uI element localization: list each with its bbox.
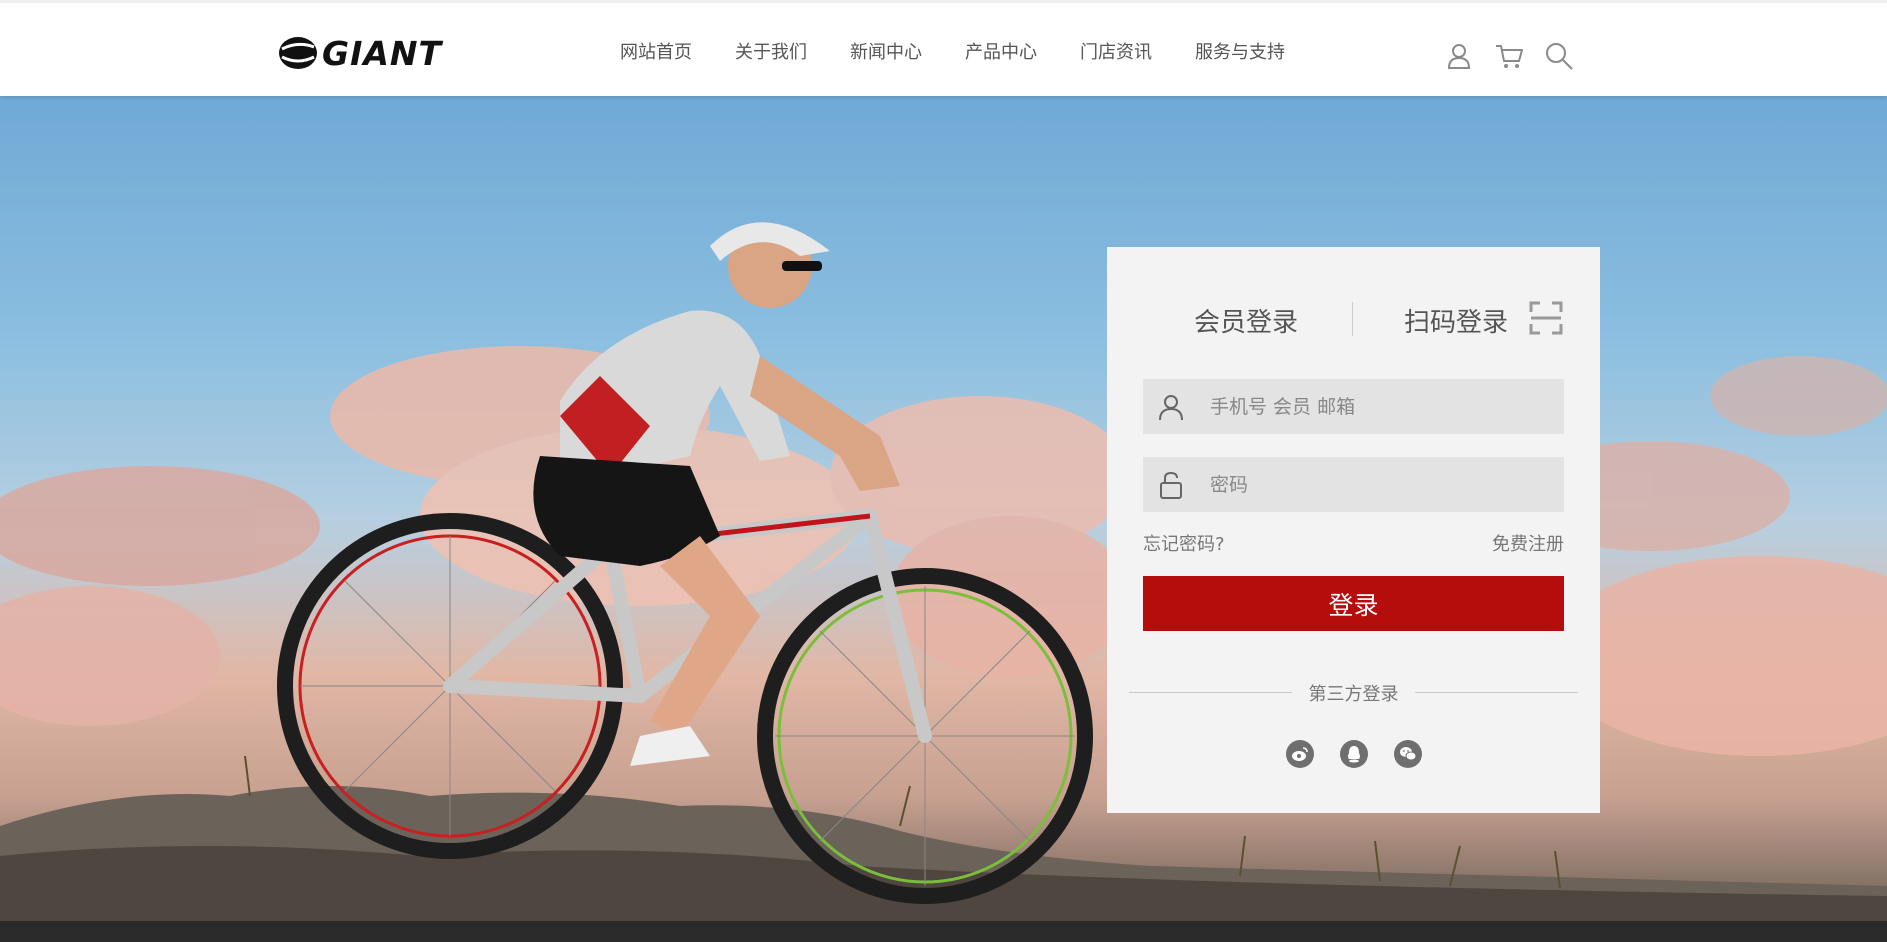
- weibo-login-button[interactable]: [1286, 740, 1314, 768]
- password-field: [1143, 457, 1564, 512]
- login-button[interactable]: 登录: [1143, 576, 1564, 631]
- qq-icon: [1348, 746, 1360, 763]
- qq-login-button[interactable]: [1340, 740, 1368, 768]
- nav-item-service[interactable]: 服务与支持: [1195, 38, 1285, 64]
- logo-text: GIANT: [322, 33, 443, 73]
- third-party-divider: 第三方登录: [1129, 680, 1578, 705]
- wechat-icon: [1400, 747, 1417, 761]
- login-tabs: 会员登录 扫码登录: [1107, 301, 1600, 339]
- qr-scan-icon[interactable]: [1529, 301, 1563, 335]
- nav-item-products[interactable]: 产品中心: [965, 38, 1037, 64]
- tab-divider: [1352, 302, 1353, 336]
- search-icon[interactable]: [1544, 41, 1574, 71]
- giant-logo-mark-icon: [279, 37, 317, 69]
- nav-item-home[interactable]: 网站首页: [620, 38, 692, 64]
- site-header: GIANT 网站首页 关于我们 新闻中心 产品中心 门店资讯 服务与支持: [0, 0, 1887, 96]
- wechat-login-button[interactable]: [1394, 740, 1422, 768]
- user-icon: [1159, 394, 1183, 420]
- divider-line-right: [1415, 692, 1578, 693]
- nav-item-news[interactable]: 新闻中心: [850, 38, 922, 64]
- tab-member-login[interactable]: 会员登录: [1194, 302, 1298, 339]
- footer-strip: [0, 921, 1887, 942]
- cart-icon[interactable]: [1494, 41, 1524, 71]
- hero-banner: [0, 96, 1887, 921]
- third-party-label: 第三方登录: [1308, 684, 1399, 705]
- username-input[interactable]: [1208, 394, 1548, 419]
- password-input[interactable]: [1208, 472, 1548, 497]
- weibo-icon: [1292, 747, 1308, 761]
- giant-logo[interactable]: GIANT: [278, 33, 442, 73]
- header-icons: [1444, 41, 1594, 71]
- nav-item-stores[interactable]: 门店资讯: [1080, 38, 1152, 64]
- user-icon[interactable]: [1444, 41, 1474, 71]
- username-field: [1143, 379, 1564, 434]
- login-panel: 会员登录 扫码登录 忘记密码? 免费注册 登录 第三: [1107, 247, 1600, 813]
- nav-item-about[interactable]: 关于我们: [735, 38, 807, 64]
- register-link[interactable]: 免费注册: [1492, 530, 1564, 556]
- tab-qr-login[interactable]: 扫码登录: [1404, 302, 1508, 339]
- main-nav: 网站首页 关于我们 新闻中心 产品中心 门店资讯 服务与支持: [620, 3, 1328, 99]
- hero-cyclist-image: [0, 222, 1887, 921]
- forgot-password-link[interactable]: 忘记密码?: [1143, 530, 1225, 556]
- lock-icon: [1160, 471, 1182, 499]
